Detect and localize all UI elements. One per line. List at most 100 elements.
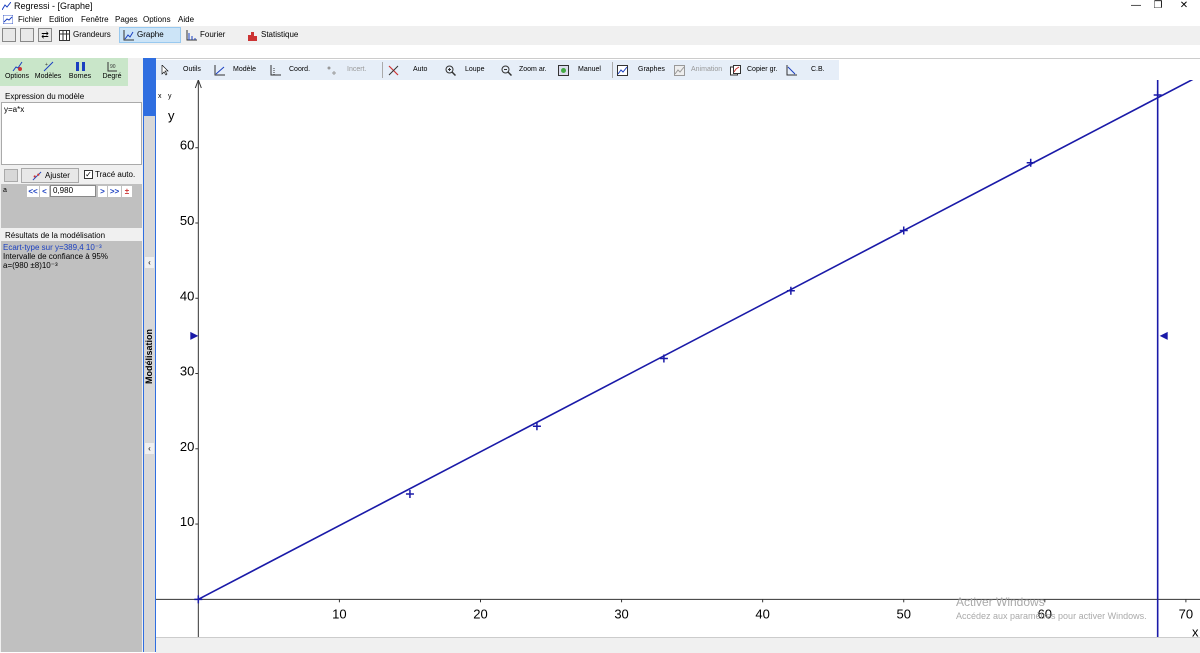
model-expression-text: y=a*x <box>4 105 25 114</box>
tab-graphe[interactable]: Graphe <box>119 27 181 43</box>
animation-button[interactable]: Animation <box>674 62 722 78</box>
incert-button[interactable]: Incert. <box>326 62 366 78</box>
model-toolbar: Options + Modèles Bornes 90 Degré <box>0 58 128 86</box>
param-last-button[interactable]: >> <box>108 186 121 197</box>
incert-label: Incert. <box>347 66 367 73</box>
menu-fichier[interactable]: Fichier <box>18 15 42 24</box>
collapse-left-icon-2[interactable]: ‹ <box>145 443 154 454</box>
intervalle-text: Intervalle de confiance à 95% <box>3 252 108 261</box>
y-tick-label: 60 <box>180 138 194 153</box>
auto-label: Auto <box>413 66 428 73</box>
y-tick-label: 10 <box>180 514 194 529</box>
trace-auto-label: Tracé auto. <box>95 170 136 179</box>
save-icon[interactable] <box>2 28 16 42</box>
comment-bar[interactable] <box>0 45 1200 59</box>
graph-plot[interactable]: 10 20 30 40 50 60 70102030405060xy <box>156 80 1200 652</box>
menu-pages[interactable]: Pages <box>115 15 138 24</box>
tab-fourier[interactable]: Fourier <box>183 27 238 43</box>
cursor-icon <box>161 64 169 75</box>
results-header: Résultats de la modélisation <box>1 230 142 241</box>
activate-windows-hint: Accédez aux paramètres pour activer Wind… <box>956 611 1147 621</box>
results-box: Ecart-type sur y=389,4 10⁻³ Intervalle d… <box>1 241 142 652</box>
modele-label: Modèle <box>233 66 256 73</box>
undo-icon[interactable]: ⇄ <box>38 28 52 42</box>
tab-grandeurs[interactable]: Grandeurs <box>56 27 118 43</box>
modeles-label: Modèles <box>34 73 62 80</box>
degre-label: Degré <box>102 73 122 80</box>
modeles-button[interactable]: + Modèles <box>32 59 64 85</box>
toolbar-separator-2 <box>612 62 613 78</box>
manuel-button[interactable]: Manuel <box>558 62 601 78</box>
graphes-button[interactable]: Graphes <box>617 62 665 78</box>
param-uncertainty-button[interactable]: ± <box>122 186 132 197</box>
fit-row: Ajuster ✓ Tracé auto. <box>1 167 142 184</box>
models-icon: + <box>43 61 53 72</box>
y-tick-label: 30 <box>180 364 194 379</box>
app-icon <box>2 2 11 10</box>
tab-statistique-label: Statistique <box>261 30 299 39</box>
auto-button[interactable]: Auto <box>388 62 427 78</box>
loupe-button[interactable]: Loupe <box>445 62 484 78</box>
data-point <box>899 226 908 235</box>
menu-bar: Fichier Edition Fenêtre Pages Options Ai… <box>0 13 1200 26</box>
status-bar <box>156 637 1200 653</box>
manual-scale-icon <box>558 64 569 76</box>
trace-auto-checkbox[interactable]: ✓ <box>84 170 93 179</box>
histogram-icon <box>248 31 257 41</box>
graph-toolbar: Outils Modèle Coord. Incert. Auto Loupe … <box>156 60 839 80</box>
param-first-button[interactable]: << <box>27 186 39 197</box>
activate-windows-watermark: Activer Windows <box>956 595 1045 609</box>
copy-graph-icon <box>730 64 741 75</box>
ajuster-button[interactable]: Ajuster <box>21 168 79 183</box>
options-button[interactable]: Options <box>1 59 33 85</box>
model-expression-input[interactable]: y=a*x <box>1 102 142 165</box>
open-icon[interactable] <box>20 28 34 42</box>
ecart-type-text: Ecart-type sur y=389,4 10⁻³ <box>3 243 102 252</box>
coord-button[interactable]: Coord. <box>270 62 310 78</box>
splitter-grip[interactable] <box>144 116 155 652</box>
close-button[interactable]: ✕ <box>1168 0 1200 13</box>
toolbar-separator <box>382 62 383 78</box>
data-point <box>659 354 668 363</box>
coord-label: Coord. <box>289 66 311 73</box>
title-bar: Regressi - [Graphe] — ❐ ✕ <box>0 0 1200 13</box>
x-tick-label: 20 <box>473 606 487 621</box>
auto-scale-icon <box>388 65 399 75</box>
a-value-text: a=(980 ±8)10⁻³ <box>3 261 58 270</box>
param-name: a <box>3 187 7 194</box>
menu-aide[interactable]: Aide <box>178 15 194 24</box>
menu-options[interactable]: Options <box>143 15 171 24</box>
degree-icon: 90 <box>107 62 117 72</box>
modele-button[interactable]: Modèle <box>214 62 256 78</box>
copier-graphe-button[interactable]: Copier gr. <box>730 62 777 78</box>
menu-fenetre[interactable]: Fenêtre <box>81 15 109 24</box>
cb-label: C.B. <box>811 66 825 73</box>
collapse-left-icon[interactable]: ‹ <box>145 257 154 268</box>
fit-icon <box>32 171 42 180</box>
options-icon <box>12 61 22 72</box>
bornes-button[interactable]: Bornes <box>64 59 96 85</box>
param-next-button[interactable]: > <box>98 186 107 197</box>
degre-button[interactable]: 90 Degré <box>96 59 128 85</box>
x-tick-label: 70 <box>1179 606 1193 621</box>
x-tick-label: 30 <box>614 606 628 621</box>
data-point <box>194 595 203 604</box>
model-line <box>197 80 1194 601</box>
degree-icon-text: 90 <box>110 64 116 70</box>
outils-button[interactable]: Outils <box>160 62 201 78</box>
param-prev-button[interactable]: < <box>40 186 49 197</box>
x-tick-label: 50 <box>896 606 910 621</box>
zoom-arriere-button[interactable]: Zoom ar. <box>501 62 547 78</box>
coordinates-icon <box>270 64 281 75</box>
cb-button[interactable]: C.B. <box>786 62 825 78</box>
menu-edition[interactable]: Edition <box>49 15 73 24</box>
tab-statistique[interactable]: Statistique <box>244 27 310 43</box>
param-value-input[interactable]: 0,980 <box>50 185 96 197</box>
app-menu-icon[interactable] <box>3 15 13 24</box>
fit-placeholder-icon[interactable] <box>4 169 18 182</box>
animation-icon <box>674 64 685 76</box>
modelisation-label: Modélisation <box>144 328 154 384</box>
x-tick-label: 10 <box>332 606 346 621</box>
zoom-arriere-label: Zoom ar. <box>519 66 547 73</box>
y-tick-label: 40 <box>180 288 194 303</box>
